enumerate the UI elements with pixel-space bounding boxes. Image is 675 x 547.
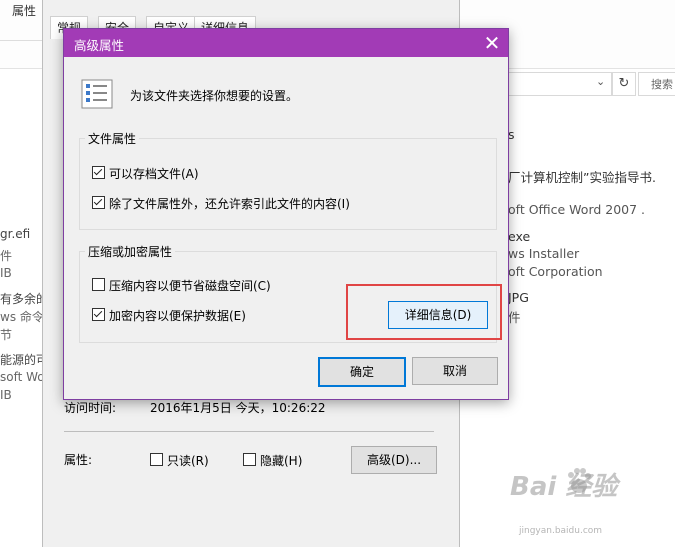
- file-fragment: oft Corporation: [508, 264, 603, 279]
- file-fragment: 能源的可: [0, 353, 49, 367]
- divider: [64, 431, 434, 432]
- file-attributes-group: [79, 138, 497, 230]
- hidden-checkbox[interactable]: [243, 453, 256, 466]
- file-fragment: 厂计算机控制”实验指导书.: [508, 170, 656, 185]
- encrypt-checkbox[interactable]: [92, 308, 105, 321]
- file-fragment: ws Installer: [508, 246, 580, 261]
- compress-encrypt-group-label: 压缩或加密属性: [85, 243, 176, 260]
- index-label: 除了文件属性外，还允许索引此文件的内容(I): [109, 197, 350, 211]
- file-fragment: gr.efi: [0, 227, 31, 241]
- file-fragment: exe: [508, 229, 531, 244]
- file-fragment: 有多余的: [0, 292, 49, 306]
- ribbon-divider: [0, 40, 44, 41]
- index-checkbox[interactable]: [92, 196, 105, 209]
- encrypt-label: 加密内容以便保护数据(E): [109, 309, 246, 323]
- file-fragment: JPG: [508, 290, 529, 305]
- readonly-checkbox[interactable]: [150, 453, 163, 466]
- ribbon-tab-properties[interactable]: 属性: [12, 2, 36, 19]
- dialog-titlebar[interactable]: [64, 29, 508, 57]
- archive-label: 可以存档文件(A): [109, 167, 199, 181]
- dialog-description: 为该文件夹选择你想要的设置。: [130, 89, 299, 103]
- file-fragment: IB: [0, 388, 12, 402]
- ok-button[interactable]: 确定: [318, 357, 406, 387]
- dialog-title: 高级属性: [74, 38, 125, 53]
- attributes-label: 属性:: [64, 453, 93, 467]
- advanced-button[interactable]: 高级(D)...: [351, 446, 437, 474]
- settings-list-icon: [81, 79, 113, 109]
- file-fragment: IB: [0, 266, 12, 280]
- access-time-label: 访问时间:: [64, 401, 117, 415]
- advanced-attributes-dialog: 高级属性 ✕ 为该文件夹选择你想要的设置。 文件属性 可以存档文件(A) 除了文…: [63, 28, 509, 400]
- compress-label: 压缩内容以便节省磁盘空间(C): [109, 279, 271, 293]
- refresh-icon[interactable]: ↻: [612, 72, 636, 96]
- access-time-value: 2016年1月5日 今天，10:26:22: [150, 401, 326, 415]
- file-fragment: oft Office Word 2007 .: [508, 202, 646, 217]
- readonly-label: 只读(R): [167, 454, 209, 468]
- file-attributes-group-label: 文件属性: [85, 130, 140, 147]
- file-fragment: 件: [0, 249, 13, 263]
- highlight-box: [346, 284, 502, 340]
- file-fragment: 节: [0, 328, 13, 342]
- archive-checkbox[interactable]: [92, 166, 105, 179]
- compress-checkbox[interactable]: [92, 278, 105, 291]
- file-fragment: 件: [508, 310, 521, 325]
- hidden-label: 隐藏(H): [260, 454, 303, 468]
- file-fragment: ws 命令: [0, 310, 44, 324]
- close-icon[interactable]: ✕: [482, 31, 502, 55]
- watermark-url: jingyan.baidu.com: [519, 526, 603, 536]
- search-placeholder: 搜索: [651, 78, 673, 91]
- cancel-button[interactable]: 取消: [412, 357, 498, 385]
- chevron-down-icon[interactable]: ⌄: [596, 75, 605, 88]
- watermark-brand: Bai 经验: [510, 472, 618, 502]
